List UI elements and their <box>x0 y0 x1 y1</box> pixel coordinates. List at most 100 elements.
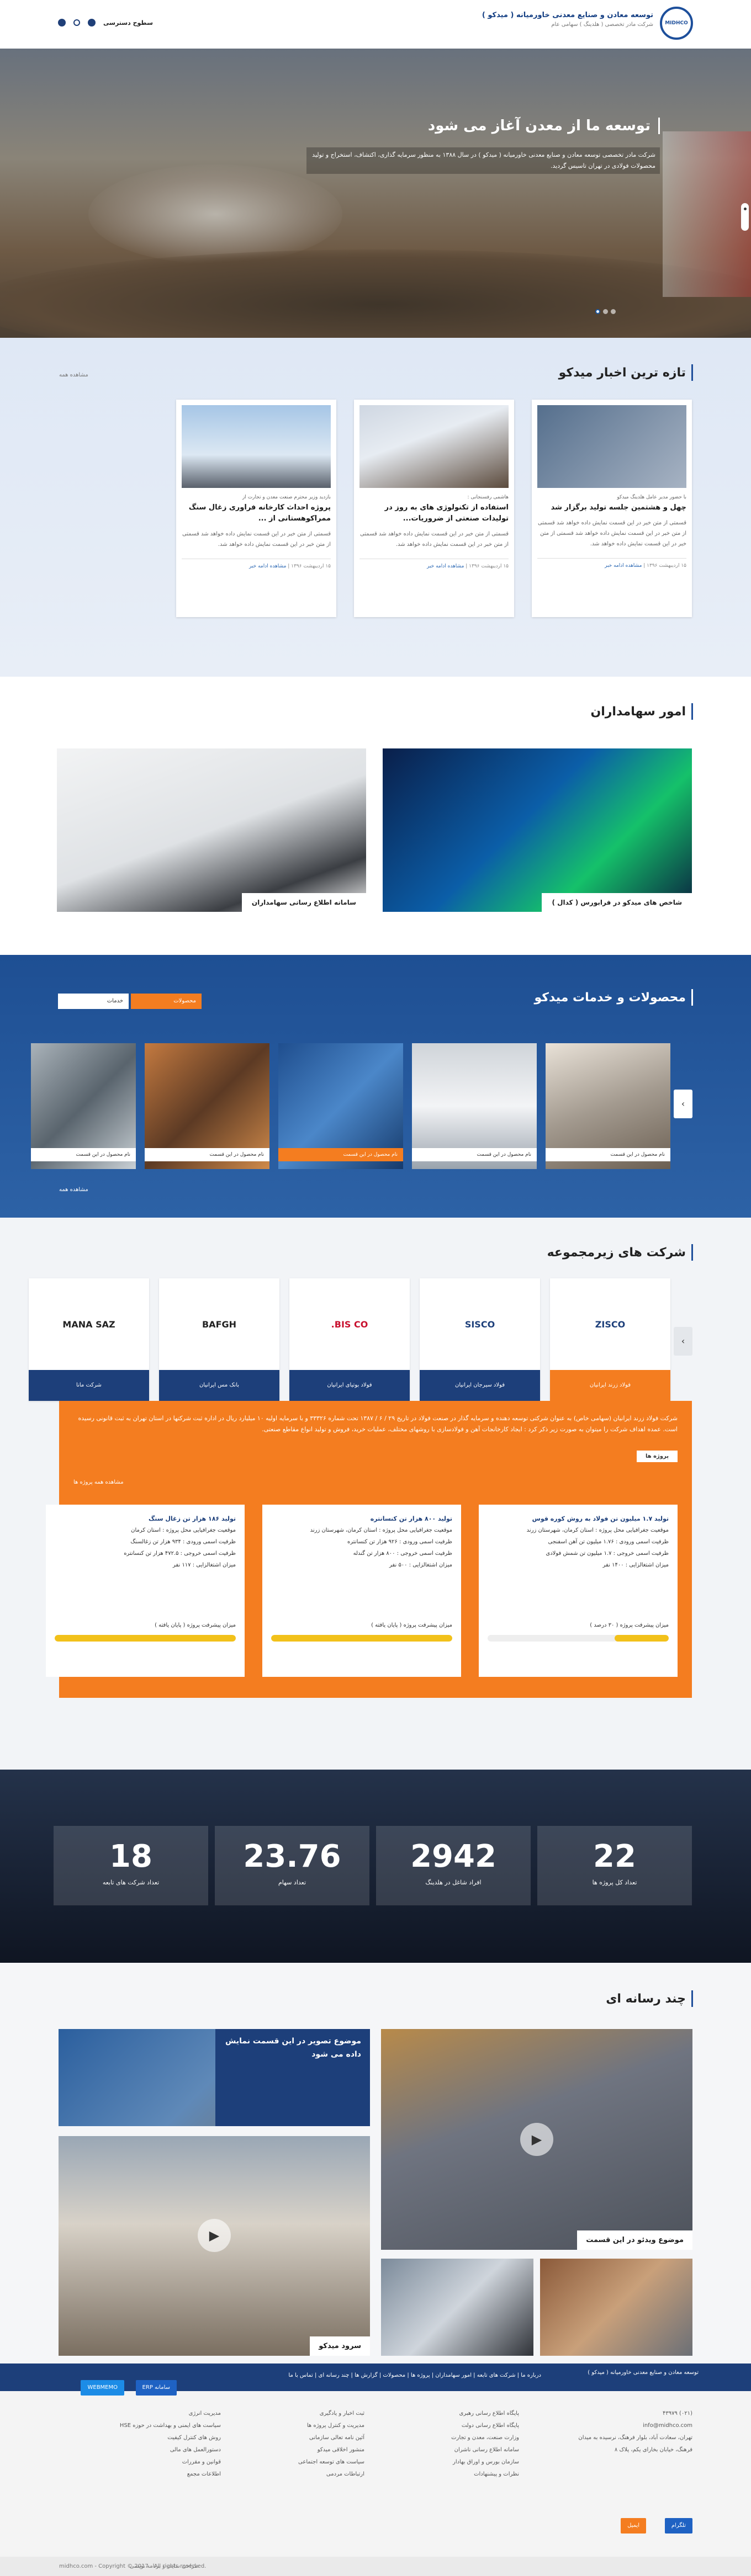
slider-dot[interactable] <box>611 309 616 314</box>
image-tile[interactable] <box>381 2259 533 2356</box>
top-links: سطوح دسترسی <box>58 19 153 26</box>
product-label: نام محصول در این قسمت <box>31 1148 136 1161</box>
news-excerpt: قسمتی از متن خبر در این قسمت نمایش داده … <box>182 531 331 548</box>
telegram-button[interactable]: تلگرام <box>664 2518 692 2533</box>
footer-nav-links[interactable]: درباره ما | شرکت های تابعه | امور سهامدا… <box>288 2372 541 2378</box>
footer-brand: توسعه معادن و صنایع معدنی خاورمیانه ( می… <box>588 2370 699 2376</box>
footer-link[interactable]: وزارت صنعت، معدن و تجارت <box>451 2432 519 2444</box>
image-tile[interactable]: موضوع تصویر در این قسمت نمایش داده می شو… <box>59 2029 370 2126</box>
stat-tile: 2942 افراد شاغل در هلدینگ <box>376 1826 531 1905</box>
project-detail: میزان اشتغالزایی : ۵۰۰ نفر <box>389 1562 452 1568</box>
products-dropdown[interactable]: محصولات <box>131 994 202 1009</box>
design-credit[interactable]: طراحی سایت و برنامه نویسی <box>130 2563 199 2569</box>
image-tile[interactable] <box>540 2259 692 2356</box>
footer-links-1: پایگاه اطلاع رسانی رهبری پایگاه اطلاع رس… <box>451 2408 519 2481</box>
subsidiary-card[interactable]: BIS CO. فولاد بوتیای ایرانیان <box>289 1278 410 1401</box>
news-card[interactable]: با حضور مدیر عامل هلدینگ میدکو چهل و هشت… <box>532 400 692 617</box>
subsidiaries-section-title: شرکت های زیرمجموعه <box>547 1244 693 1261</box>
project-title: تولید ۱۸۶ هزار تن زغال سنگ <box>148 1515 236 1522</box>
news-read-more-link[interactable]: مشاهده ادامه خبر <box>605 563 642 569</box>
project-detail: ظرفیت اسمی خروجی : ۴۷۲.۵ هزار تن کنسانتر… <box>124 1550 236 1557</box>
fara-bourse-card[interactable]: شاخص های میدکو در فرابورس ( کدال ) <box>383 748 692 912</box>
stat-label: تعداد سهام <box>278 1879 306 1886</box>
hero-image-flag <box>663 131 751 297</box>
product-card[interactable]: نام محصول در این قسمت <box>412 1043 537 1169</box>
subs-next-button[interactable]: › <box>674 1327 692 1356</box>
erp-button[interactable]: سامانه ERP <box>135 2380 177 2396</box>
subsidiary-card[interactable]: MANA SAZ شرکت مانا <box>29 1278 149 1401</box>
phone-number[interactable]: (۰۲۱) ۴۳۹۷۹ <box>560 2408 692 2420</box>
progress-label: میزان پیشرفت پروژه ( پایان یافته ) <box>155 1622 236 1628</box>
news-view-all-link[interactable]: مشاهده همه <box>59 372 88 378</box>
product-label: نام محصول در این قسمت <box>278 1148 403 1161</box>
news-card[interactable]: بازدید وزیر محترم صنعت معدن و تجارت از پ… <box>176 400 336 617</box>
news-title[interactable]: استفاده از تکنولوژی های به روز در تولیدا… <box>359 502 509 524</box>
globe-icon[interactable] <box>88 19 96 26</box>
news-read-more-link[interactable]: مشاهده ادامه خبر <box>249 564 286 569</box>
webmemo-button[interactable]: WEBMEMO <box>81 2380 124 2396</box>
news-title[interactable]: چهل و هشتمین جلسه تولید برگزار شد <box>537 502 686 513</box>
footer-link[interactable]: روش های کنترل کیفیت <box>110 2432 221 2444</box>
search-icon[interactable] <box>73 19 80 26</box>
projects-view-all-link[interactable]: مشاهده همه پروژه ها <box>73 1479 124 1485</box>
news-title[interactable]: پروژه احداث کارخانه فراوری زغال سنگ ممرا… <box>182 502 331 524</box>
hero-slider: توسعه ما از معدن آغاز می شود شرکت مادر ت… <box>0 49 751 338</box>
midhco-logo[interactable]: MIDHCO <box>660 7 693 40</box>
footer-link[interactable]: آئین نامه تعالی سازمانی <box>298 2432 364 2444</box>
footer-link[interactable]: سیاست های توسعه اجتماعی <box>298 2456 364 2468</box>
stat-tile: 22 تعداد کل پروژه ها <box>537 1826 692 1905</box>
scroll-indicator[interactable] <box>741 203 749 231</box>
footer-link[interactable]: مدیریت انرژی <box>110 2408 221 2420</box>
project-card[interactable]: تولید ۱۸۶ هزار تن زغال سنگ موقعیت جغرافی… <box>46 1505 245 1677</box>
user-icon[interactable] <box>58 19 66 26</box>
product-card[interactable]: نام محصول در این قسمت <box>145 1043 269 1169</box>
product-card-active[interactable]: نام محصول در این قسمت <box>278 1043 403 1169</box>
stat-tiles: 22 تعداد کل پروژه ها 2942 افراد شاغل در هل… <box>54 1826 692 1905</box>
news-read-more-link[interactable]: مشاهده ادامه خبر <box>427 564 464 569</box>
footer-link[interactable]: سازمان بورس و اوراق بهادار <box>451 2456 519 2468</box>
footer-link[interactable]: سیاست های ایمنی و بهداشت در حوزه HSE <box>110 2420 221 2432</box>
email-link[interactable]: info@midhco.com <box>560 2420 692 2432</box>
footer-link[interactable]: پایگاه اطلاع رسانی دولت <box>451 2420 519 2432</box>
product-card[interactable]: نام محصول در این قسمت <box>31 1043 136 1169</box>
news-meta: بازدید وزیر محترم صنعت معدن و تجارت از <box>242 495 331 500</box>
project-card[interactable]: تولید ۸۰۰ هزار تن کنسانتره موقعیت جغرافی… <box>262 1505 461 1677</box>
services-dropdown[interactable]: خدمات <box>58 994 129 1009</box>
slider-dot[interactable] <box>603 309 608 314</box>
subsidiary-card[interactable]: SISCO فولاد سیرجان ایرانیان <box>420 1278 540 1401</box>
footer-link[interactable]: پایگاه اطلاع رسانی رهبری <box>451 2408 519 2420</box>
product-card[interactable]: نام محصول در این قسمت <box>546 1043 670 1169</box>
footer-link[interactable]: قوانین و مقررات <box>110 2456 221 2468</box>
footer-link[interactable]: مدیریت و کنترل پروژه ها <box>298 2420 364 2432</box>
play-icon[interactable]: ▶ <box>520 2123 553 2156</box>
progress-label: میزان پیشرفت پروژه ( پایان یافته ) <box>371 1622 452 1628</box>
shareholders-section-title: امور سهامداران <box>590 703 693 720</box>
carousel-next-button[interactable]: › <box>674 1090 692 1118</box>
footer-link[interactable]: منشور اخلاقی میدکو <box>298 2444 364 2456</box>
footer-link[interactable]: نظرات و پیشنهادات <box>451 2468 519 2481</box>
hero-title: توسعه ما از معدن آغاز می شود <box>306 118 660 134</box>
video-tile[interactable]: ▶ موضوع ویدئو در این قسمت <box>381 2029 692 2250</box>
project-card[interactable]: تولید ۱.۷ میلیون تن فولاد به روش کوره قو… <box>479 1505 678 1677</box>
shareholder-info-card[interactable]: سامانه اطلاع رسانی سهامداران <box>57 748 366 912</box>
footer-link[interactable]: ارتباطات مردمی <box>298 2468 364 2481</box>
footer-link[interactable]: ثبت اخبار و یادگیری <box>298 2408 364 2420</box>
footer-link[interactable]: دستورالعمل های مالی <box>110 2444 221 2456</box>
card-label: شاخص های میدکو در فرابورس ( کدال ) <box>542 893 692 912</box>
news-card[interactable]: هاشمی رفسنجانی : استفاده از تکنولوژی های… <box>354 400 514 617</box>
news-date: ۱۵ اردیبهشت ۱۳۹۶ <box>647 563 686 569</box>
video-tile[interactable]: ▶ سرود میدکو <box>59 2136 370 2356</box>
news-date: ۱۵ اردیبهشت ۱۳۹۶ <box>469 564 509 569</box>
footer-link[interactable]: سامانه اطلاع رسانی ناشران <box>451 2444 519 2456</box>
email-button[interactable]: ایمیل <box>621 2518 646 2533</box>
footer-link[interactable]: اطلاعات مجمع <box>110 2468 221 2481</box>
slider-dot-active[interactable] <box>595 309 600 314</box>
access-level-link[interactable]: سطوح دسترسی <box>103 19 153 26</box>
project-cards: تولید ۱.۷ میلیون تن فولاد به روش کوره قو… <box>46 1505 678 1677</box>
products-view-all-link[interactable]: مشاهده همه <box>59 1187 88 1193</box>
subsidiary-card[interactable]: BAFGH بانک مس ایرانیان <box>159 1278 279 1401</box>
play-icon[interactable]: ▶ <box>198 2219 231 2252</box>
news-image <box>182 405 331 488</box>
stat-value: 22 <box>593 1839 636 1874</box>
subsidiary-card-active[interactable]: ZISCO فولاد زرند ایرانیان <box>550 1278 670 1401</box>
